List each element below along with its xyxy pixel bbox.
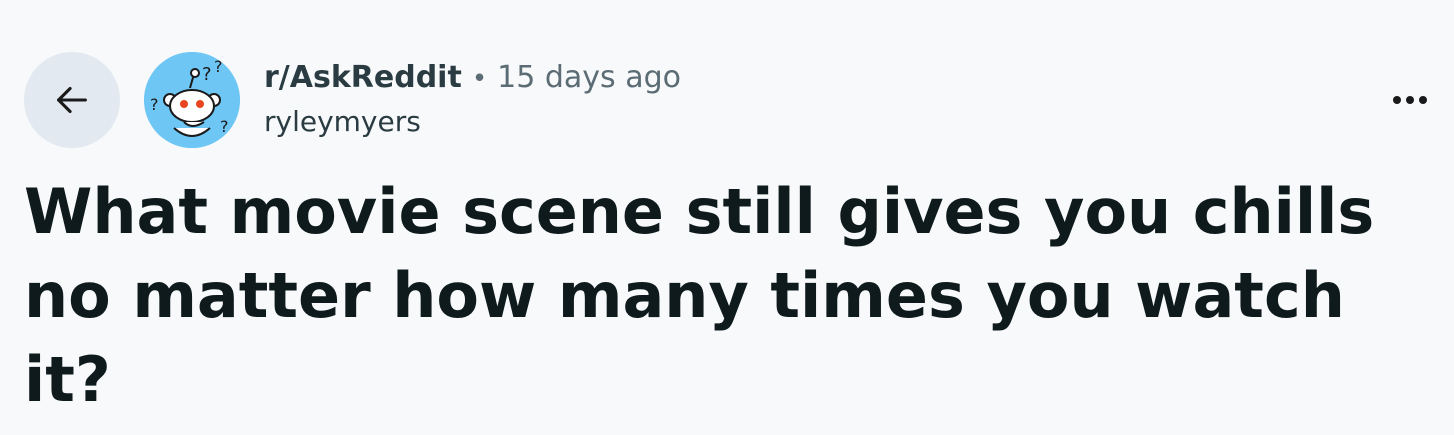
author-link[interactable]: ryleymyers bbox=[264, 105, 681, 138]
snoo-avatar-icon: ? ? ? ? bbox=[144, 52, 240, 148]
post-meta: r/AskReddit • 15 days ago ryleymyers bbox=[264, 60, 681, 138]
back-button[interactable] bbox=[24, 52, 120, 148]
svg-text:?: ? bbox=[214, 57, 223, 76]
meta-separator: • bbox=[471, 64, 488, 94]
svg-text:?: ? bbox=[202, 64, 212, 85]
more-options-button[interactable] bbox=[1390, 90, 1430, 110]
more-horizontal-icon-dot bbox=[1419, 96, 1427, 104]
arrow-left-icon bbox=[57, 86, 87, 114]
post-header: ? ? ? ? r/AskReddit • 15 days ago ryleym… bbox=[24, 52, 1430, 148]
subreddit-avatar[interactable]: ? ? ? ? bbox=[144, 52, 240, 148]
post-title: What movie scene still gives you chills … bbox=[24, 175, 1375, 416]
post-meta-line: r/AskReddit • 15 days ago bbox=[264, 60, 681, 95]
subreddit-link[interactable]: r/AskReddit bbox=[264, 60, 462, 95]
post-timestamp: 15 days ago bbox=[497, 60, 681, 95]
svg-text:?: ? bbox=[150, 95, 159, 114]
svg-text:?: ? bbox=[220, 117, 229, 136]
more-horizontal-icon-dot bbox=[1393, 96, 1401, 104]
more-horizontal-icon-dot bbox=[1406, 96, 1414, 104]
